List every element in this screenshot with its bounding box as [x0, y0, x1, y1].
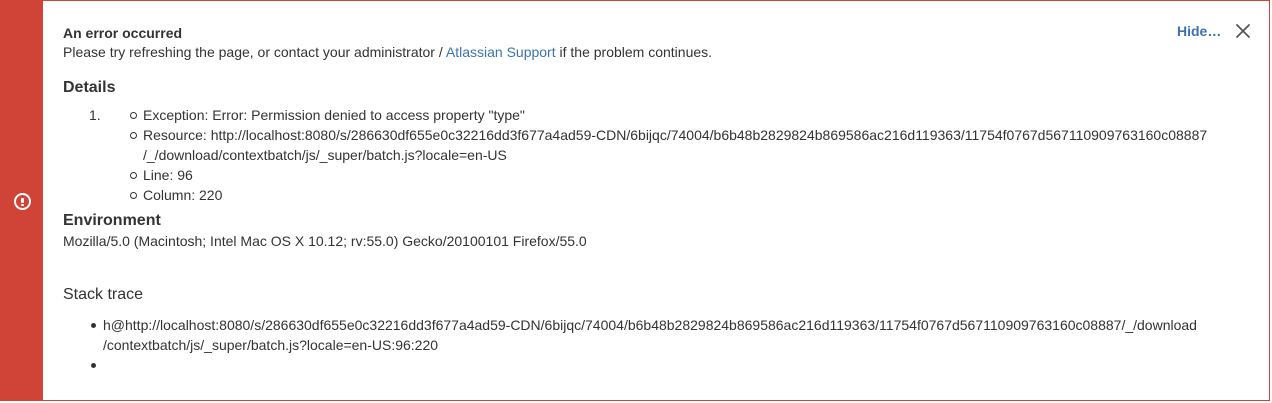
stack-trace-entry: h@http://localhost:8080/s/286630df655e0c…	[63, 315, 1249, 355]
detail-resource-line1: Resource: http://localhost:8080/s/286630…	[143, 127, 1208, 143]
details-item-number: 1.	[89, 107, 101, 123]
atlassian-support-link[interactable]: Atlassian Support	[446, 44, 556, 60]
stack-trace-entry-empty	[63, 355, 1249, 375]
detail-line: Line: 96	[130, 165, 1249, 185]
exclamation-circle-icon	[14, 193, 31, 210]
environment-user-agent: Mozilla/5.0 (Macintosh; Intel Mac OS X 1…	[63, 233, 587, 249]
message-prefix: Please try refreshing the page, or conta…	[63, 44, 446, 60]
details-sub-list: Exception: Error: Permission denied to a…	[130, 105, 1249, 205]
detail-column: Column: 220	[130, 185, 1249, 205]
stack-trace-list: h@http://localhost:8080/s/286630df655e0c…	[63, 315, 1249, 375]
error-message: Please try refreshing the page, or conta…	[63, 42, 1249, 62]
environment-heading: Environment	[63, 212, 161, 229]
message-suffix: if the problem continues.	[555, 44, 713, 60]
stack-entry-line2: /contextbatch/js/_super/batch.js?locale=…	[103, 337, 439, 353]
error-panel: Hide… An error occurred Please try refre…	[0, 0, 1270, 401]
detail-resource: Resource: http://localhost:8080/s/286630…	[130, 125, 1249, 165]
error-content: An error occurred Please try refreshing …	[63, 23, 1249, 375]
details-heading: Details	[63, 79, 116, 96]
detail-exception: Exception: Error: Permission denied to a…	[130, 105, 1249, 125]
details-item: 1. Exception: Error: Permission denied t…	[63, 105, 1249, 205]
stack-entry-line1: h@http://localhost:8080/s/286630df655e0c…	[103, 317, 1197, 333]
error-accent-bar	[1, 1, 43, 400]
stack-trace-heading: Stack trace	[63, 286, 144, 303]
error-title: An error occurred	[63, 25, 183, 41]
detail-resource-line2: /_/download/contextbatch/js/_super/batch…	[143, 147, 507, 163]
details-list: 1. Exception: Error: Permission denied t…	[63, 105, 1249, 205]
